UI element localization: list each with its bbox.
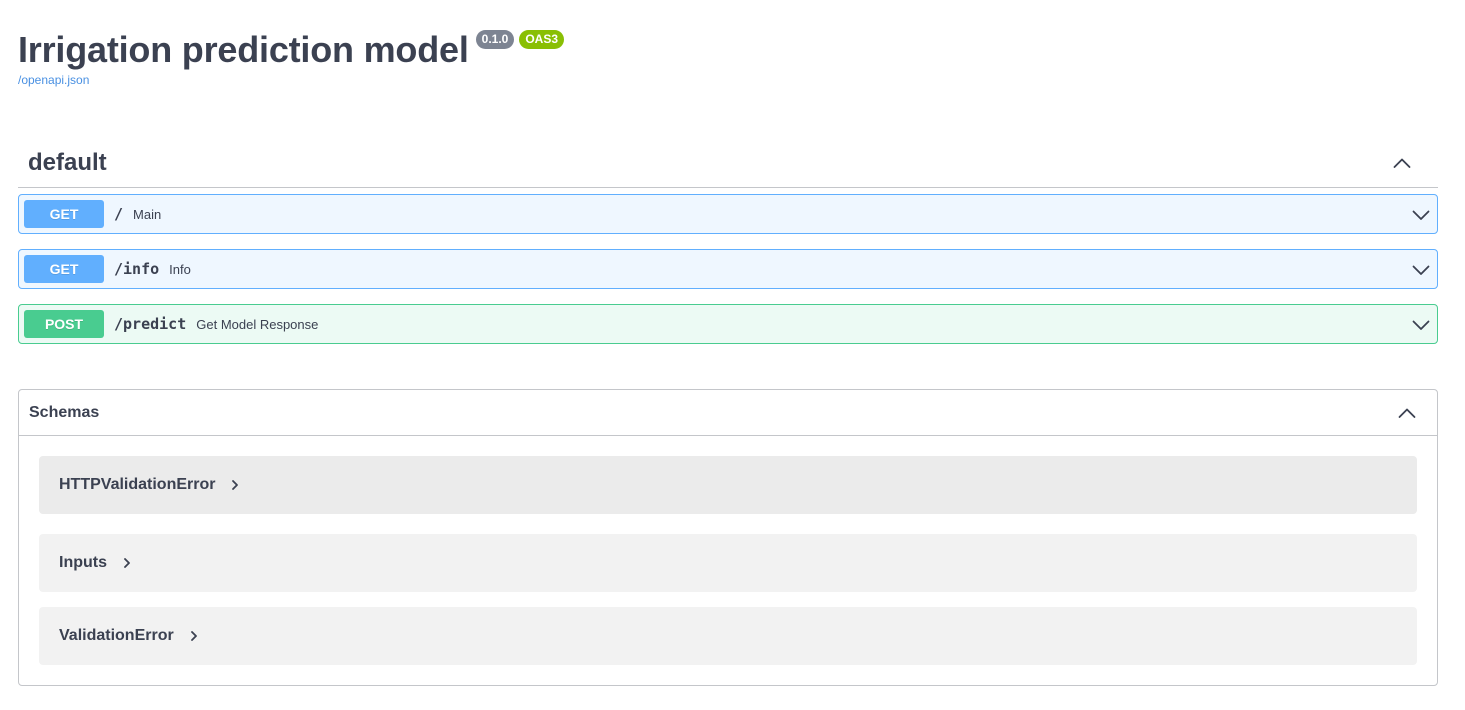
- chevron-up-icon[interactable]: [1397, 403, 1417, 423]
- schema-name: HTTPValidationError: [59, 476, 216, 493]
- chevron-down-icon[interactable]: [1411, 260, 1431, 280]
- schemas-title: Schemas: [29, 403, 100, 421]
- method-badge: POST: [24, 310, 104, 338]
- schema-item-inputs[interactable]: Inputs: [39, 534, 1417, 592]
- schema-item-httpvalidationerror[interactable]: HTTPValidationError: [39, 456, 1417, 514]
- operation-path: /: [114, 205, 124, 223]
- version-badge: 0.1.0: [475, 30, 515, 49]
- api-info: Irrigation prediction model 0.1.0 OAS3 /…: [18, 28, 565, 87]
- schema-item-validationerror[interactable]: ValidationError: [39, 607, 1417, 665]
- tag-section-default: default: [18, 138, 1438, 188]
- openapi-json-link[interactable]: /openapi.json: [18, 73, 564, 87]
- title-row: Irrigation prediction model 0.1.0 OAS3: [18, 28, 565, 72]
- oas-badge: OAS3: [519, 30, 565, 49]
- operation-summary: Info: [169, 261, 191, 277]
- operation-summary: Get Model Response: [196, 316, 319, 332]
- chevron-up-icon[interactable]: [1392, 153, 1412, 173]
- schema-name: Inputs: [59, 554, 107, 571]
- method-badge: GET: [24, 200, 104, 228]
- chevron-down-icon[interactable]: [1411, 315, 1431, 335]
- chevron-right-icon[interactable]: [121, 557, 133, 569]
- page-title: Irrigation prediction model: [18, 29, 469, 70]
- chevron-right-icon[interactable]: [229, 479, 241, 491]
- opblock-get-info[interactable]: GET /info Info: [18, 249, 1438, 289]
- schema-name: ValidationError: [59, 627, 174, 644]
- operation-summary: Main: [133, 206, 162, 222]
- schemas-header[interactable]: Schemas: [19, 390, 1437, 436]
- opblock-get-root[interactable]: GET / Main: [18, 194, 1438, 234]
- chevron-down-icon[interactable]: [1411, 205, 1431, 225]
- chevron-right-icon[interactable]: [188, 630, 200, 642]
- operation-path: /info: [114, 260, 160, 278]
- tag-header[interactable]: default: [18, 138, 1438, 188]
- operation-path: /predict: [114, 315, 187, 333]
- opblock-post-predict[interactable]: POST /predict Get Model Response: [18, 304, 1438, 344]
- tag-name: default: [28, 148, 107, 176]
- schemas-section: Schemas HTTPValidationError Inputs Valid…: [18, 389, 1438, 686]
- method-badge: GET: [24, 255, 104, 283]
